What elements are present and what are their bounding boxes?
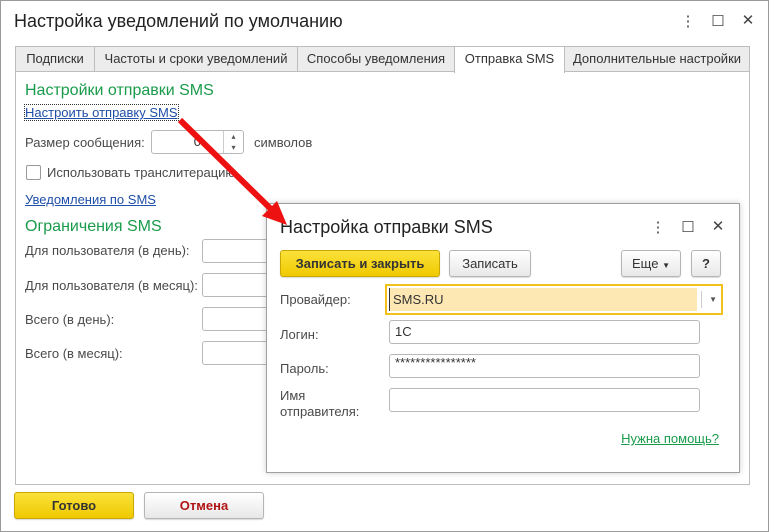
- arrow-shaft: [177, 117, 277, 215]
- red-arrow-annotation: [177, 117, 287, 225]
